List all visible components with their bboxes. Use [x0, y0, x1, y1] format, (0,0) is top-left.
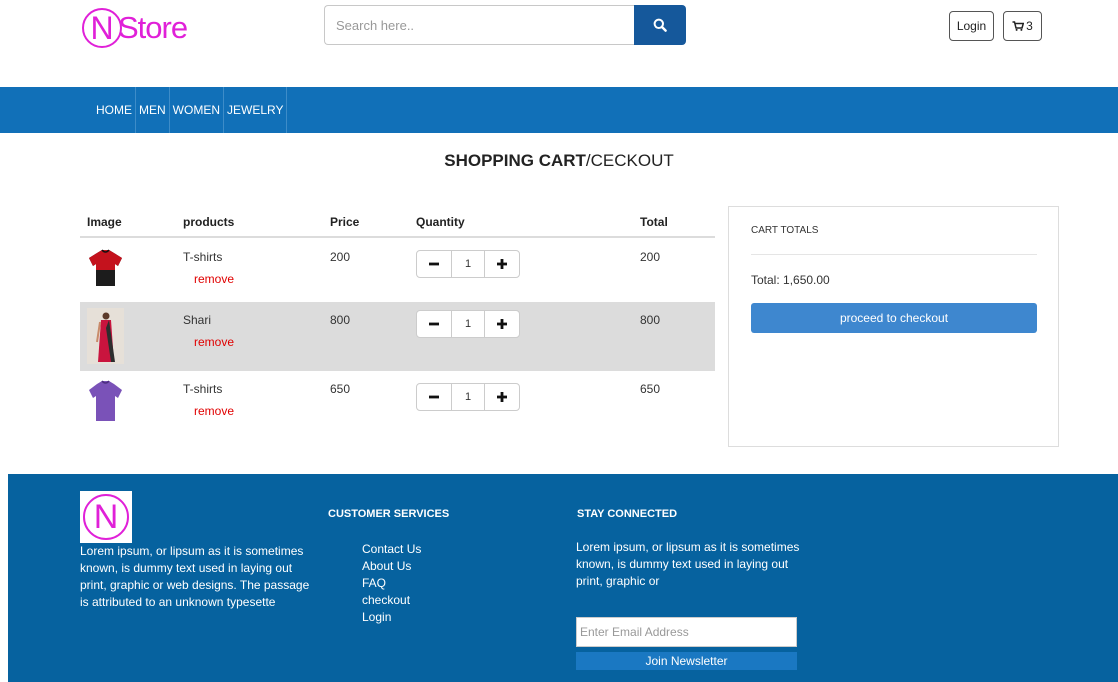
logo-letter: N — [82, 8, 122, 48]
decrease-button[interactable] — [417, 311, 451, 337]
stay-connected-text: Lorem ipsum, or lipsum as it is sometime… — [576, 540, 800, 588]
footer-logo-letter: N — [83, 494, 129, 540]
footer-about-text: Lorem ipsum, or lipsum as it is sometime… — [80, 544, 310, 609]
table-row: Shari remove 800 1 800 — [80, 302, 715, 371]
nav-item-women[interactable]: WOMEN — [170, 87, 224, 133]
product-name: Shari — [183, 313, 212, 327]
stay-connected-heading: STAY CONNECTED — [577, 508, 678, 520]
plus-icon — [497, 319, 507, 329]
minus-icon — [429, 262, 439, 266]
product-name: T-shirts — [183, 382, 223, 396]
table-row: T-shirts remove 200 1 200 — [80, 238, 715, 302]
product-price: 800 — [330, 313, 351, 327]
plus-icon — [497, 259, 507, 269]
logo-text: Store — [118, 10, 188, 45]
increase-button[interactable] — [485, 384, 519, 410]
divider — [751, 254, 1037, 255]
footer-link-contact-us[interactable]: Contact Us — [362, 541, 421, 558]
decrease-button[interactable] — [417, 251, 451, 277]
proceed-to-checkout-button[interactable]: proceed to checkout — [751, 303, 1037, 333]
footer-link-about-us[interactable]: About Us — [362, 558, 421, 575]
customer-services-heading: CUSTOMER SERVICES — [328, 508, 450, 520]
product-total: 800 — [640, 313, 661, 327]
quantity-value[interactable]: 1 — [451, 384, 485, 410]
minus-icon — [429, 322, 439, 326]
column-header-products: products — [183, 215, 235, 229]
column-header-image: Image — [87, 215, 122, 229]
footer-link-faq[interactable]: FAQ — [362, 575, 421, 592]
plus-icon — [497, 392, 507, 402]
remove-link[interactable]: remove — [194, 404, 234, 418]
cart-totals-panel: CART TOTALS Total: 1,650.00 proceed to c… — [728, 206, 1059, 447]
column-header-total: Total — [640, 215, 668, 229]
newsletter-email-input[interactable] — [576, 617, 797, 647]
page-title: SHOPPING CART/CECKOUT — [0, 151, 1118, 171]
product-total: 650 — [640, 382, 661, 396]
nav-item-jewelry[interactable]: JEWELRY — [224, 87, 288, 133]
search-button[interactable] — [634, 5, 686, 45]
footer-link-login[interactable]: Login — [362, 609, 421, 626]
site-logo[interactable]: N Store — [82, 6, 188, 50]
minus-icon — [429, 395, 439, 399]
join-newsletter-button[interactable]: Join Newsletter — [576, 652, 797, 670]
product-total: 200 — [640, 250, 661, 264]
footer-link-checkout[interactable]: checkout — [362, 592, 421, 609]
product-name: T-shirts — [183, 250, 223, 264]
decrease-button[interactable] — [417, 384, 451, 410]
nav-item-men[interactable]: MEN — [136, 87, 170, 133]
product-price: 650 — [330, 382, 351, 396]
quantity-stepper: 1 — [416, 383, 520, 411]
quantity-value[interactable]: 1 — [451, 251, 485, 277]
table-row: T-shirts remove 650 1 650 — [80, 371, 715, 435]
page-title-bold: SHOPPING CART — [444, 151, 586, 170]
quantity-stepper: 1 — [416, 310, 520, 338]
search-icon — [653, 18, 667, 32]
customer-services-links: Contact Us About Us FAQ checkout Login — [362, 541, 421, 626]
product-image-saree — [87, 308, 124, 364]
search-bar — [324, 5, 686, 45]
remove-link[interactable]: remove — [194, 272, 234, 286]
page-title-rest: /CECKOUT — [585, 151, 674, 170]
footer-logo[interactable]: N — [80, 491, 132, 543]
column-header-price: Price — [330, 215, 360, 229]
quantity-stepper: 1 — [416, 250, 520, 278]
main-nav: HOME MEN WOMEN JEWELRY — [0, 87, 1118, 133]
cart-icon — [1012, 21, 1025, 31]
cart-count: 3 — [1026, 19, 1033, 33]
login-button[interactable]: Login — [949, 11, 994, 41]
column-header-quantity: Quantity — [416, 215, 465, 229]
nav-item-home[interactable]: HOME — [92, 87, 136, 133]
cart-total-amount: Total: 1,650.00 — [751, 273, 830, 287]
product-image-red-tshirt — [89, 249, 122, 286]
table-header: Image products Price Quantity Total — [80, 205, 715, 238]
quantity-value[interactable]: 1 — [451, 311, 485, 337]
cart-button[interactable]: 3 — [1003, 11, 1042, 41]
remove-link[interactable]: remove — [194, 335, 234, 349]
search-input[interactable] — [324, 5, 634, 45]
footer: N Lorem ipsum, or lipsum as it is someti… — [8, 474, 1118, 682]
increase-button[interactable] — [485, 311, 519, 337]
product-image-purple-tshirt — [89, 380, 122, 421]
increase-button[interactable] — [485, 251, 519, 277]
cart-table: Image products Price Quantity Total T-sh… — [80, 205, 715, 435]
cart-totals-heading: CART TOTALS — [751, 225, 819, 236]
product-price: 200 — [330, 250, 351, 264]
